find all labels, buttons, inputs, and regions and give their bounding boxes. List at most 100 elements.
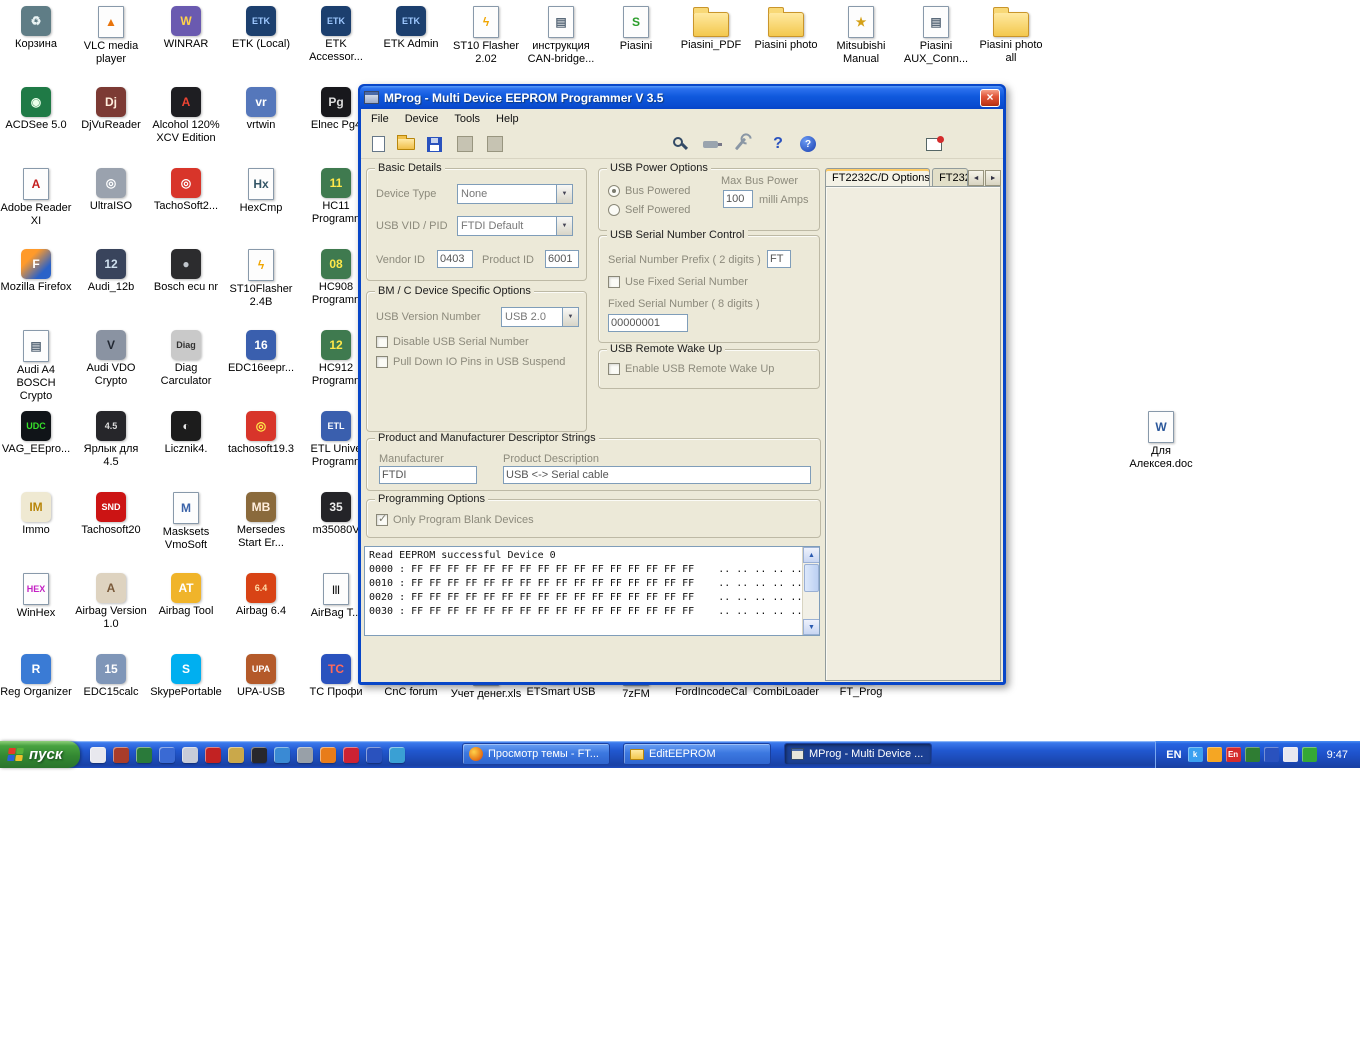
menu-item-help[interactable]: Help xyxy=(488,111,527,127)
quick-launch-icon-10[interactable] xyxy=(297,747,313,763)
desktop-icon-piasini-aux-conn[interactable]: ▤Piasini AUX_Conn... xyxy=(900,6,972,66)
taskbar-task-firefox[interactable]: Просмотр темы - FT... xyxy=(462,743,610,765)
manufacturer-field[interactable] xyxy=(379,466,477,484)
desktop-icon-instrukciya-can-bridge[interactable]: ▤инструкция CAN-bridge... xyxy=(525,6,597,66)
quick-launch-icon-9[interactable] xyxy=(274,747,290,763)
product-description-field[interactable] xyxy=(503,466,811,484)
volume-tray-icon[interactable] xyxy=(1283,747,1298,762)
desktop-icon-ultraiso[interactable]: ◎UltraISO xyxy=(75,168,147,213)
scroll-up-icon[interactable]: ▲ xyxy=(803,547,820,563)
quick-launch-icon-1[interactable] xyxy=(90,747,106,763)
log-scrollbar[interactable]: ▲ ▼ xyxy=(802,547,819,635)
cable-tester-button[interactable] xyxy=(698,132,722,156)
desktop-icon-etk-admin[interactable]: ETKETK Admin xyxy=(375,6,447,51)
display-tray-icon[interactable] xyxy=(1264,747,1279,762)
only-blank-devices-checkbox[interactable]: Only Program Blank Devices xyxy=(376,514,534,526)
desktop-icon-diag-carculator[interactable]: DiagDiag Carculator xyxy=(150,330,222,388)
desktop-icon-upa-usb[interactable]: UPAUPA-USB xyxy=(225,654,297,699)
desktop-icon-airbag-version-10[interactable]: AAirbag Version 1.0 xyxy=(75,573,147,631)
quick-launch-icon-12[interactable] xyxy=(343,747,359,763)
desktop-icon-alcohol-120[interactable]: AAlcohol 120% XCV Edition xyxy=(150,87,222,145)
program-device-button[interactable] xyxy=(483,132,507,156)
desktop-icon-tachosoft-193[interactable]: ◎tachosoft19.3 xyxy=(225,411,297,456)
desktop-icon-piasini[interactable]: SPiasini xyxy=(600,6,672,53)
desktop-icon-hexcmp[interactable]: HxHexCmp xyxy=(225,168,297,215)
clock[interactable]: 9:47 xyxy=(1327,749,1348,761)
quick-launch-icon-14[interactable] xyxy=(389,747,405,763)
desktop-icon-airbag-64[interactable]: 6.4Airbag 6.4 xyxy=(225,573,297,618)
erase-device-button[interactable] xyxy=(453,132,477,156)
max-bus-power-field[interactable] xyxy=(723,190,753,208)
edit-settings-button[interactable] xyxy=(728,132,752,156)
desktop-icon-vag-eeprom[interactable]: UDCVAG_EEpro... xyxy=(0,411,72,456)
quick-launch-icon-11[interactable] xyxy=(320,747,336,763)
desktop-icon-winhex[interactable]: HEXWinHex xyxy=(0,573,72,620)
desktop-icon-dlya-alekseya-doc[interactable]: WДля Алексея.doc xyxy=(1125,411,1197,471)
desktop-icon-audi-12b[interactable]: 12Audi_12b xyxy=(75,249,147,294)
scroll-down-icon[interactable]: ▼ xyxy=(803,619,820,635)
agent-tray-icon[interactable] xyxy=(1207,747,1222,762)
tab-ft232[interactable]: FT232 xyxy=(932,168,968,186)
bus-powered-radio[interactable]: Bus Powered xyxy=(608,185,690,197)
serial-prefix-field[interactable] xyxy=(767,250,791,268)
desktop-icon-piasini-photo[interactable]: Piasini photo xyxy=(750,6,822,52)
close-button[interactable]: × xyxy=(980,89,1000,107)
usb-vid-pid-select[interactable]: FTDI Default ▼ xyxy=(457,216,573,236)
desktop-icon-tachosoft20[interactable]: SNDTachosoft20 xyxy=(75,492,147,537)
antivirus-tray-icon[interactable]: k xyxy=(1188,747,1203,762)
exit-program-button[interactable] xyxy=(922,132,946,156)
menu-item-file[interactable]: File xyxy=(363,111,397,127)
quick-launch-icon-7[interactable] xyxy=(228,747,244,763)
open-file-button[interactable] xyxy=(394,132,418,156)
taskbar-task-folder[interactable]: EditEEPROM xyxy=(623,743,771,765)
desktop-icon-tachosoft2[interactable]: ◎TachoSoft2... xyxy=(150,168,222,213)
desktop-icon-djvureader[interactable]: DjDjVuReader xyxy=(75,87,147,132)
desktop-icon-vlc[interactable]: ▲VLC media player xyxy=(75,6,147,66)
desktop-icon-yarlyk-dlya-45[interactable]: 4.5Ярлык для 4.5 xyxy=(75,411,147,469)
quick-launch-icon-5[interactable] xyxy=(182,747,198,763)
usb-version-select[interactable]: USB 2.0 ▼ xyxy=(501,307,579,327)
start-button[interactable]: пуск xyxy=(0,741,80,768)
desktop-icon-piasini-photo-all[interactable]: Piasini photo all xyxy=(975,6,1047,65)
update-tray-icon[interactable] xyxy=(1302,747,1317,762)
desktop-icon-skypeportable[interactable]: SSkypePortable xyxy=(150,654,222,699)
desktop-icon-winrar[interactable]: WWINRAR xyxy=(150,6,222,51)
menu-item-tools[interactable]: Tools xyxy=(446,111,488,127)
desktop-icon-piasini-pdf[interactable]: Piasini_PDF xyxy=(675,6,747,52)
quick-launch-icon-3[interactable] xyxy=(136,747,152,763)
pulldown-io-checkbox[interactable]: Pull Down IO Pins in USB Suspend xyxy=(376,356,565,368)
desktop-icon-immo[interactable]: IMImmo xyxy=(0,492,72,537)
desktop-icon-edc16eeprom[interactable]: 16EDC16eepr... xyxy=(225,330,297,375)
desktop-icon-etk-accessories[interactable]: ETKETK Accessor... xyxy=(300,6,372,64)
about-button[interactable]: ? xyxy=(766,132,790,156)
language-indicator[interactable]: EN xyxy=(1166,749,1181,761)
vendor-id-field[interactable] xyxy=(437,250,473,268)
desktop-icon-licznik4[interactable]: ◐Licznik4. xyxy=(150,411,222,456)
desktop-icon-st10-flasher-202[interactable]: ϟST10 Flasher 2.02 xyxy=(450,6,522,66)
desktop-icon-mersedes-start[interactable]: MBMersedes Start Er... xyxy=(225,492,297,550)
save-file-button[interactable] xyxy=(422,132,446,156)
quick-launch-icon-2[interactable] xyxy=(113,747,129,763)
desktop-icon-acdsee[interactable]: ◉ACDSee 5.0 xyxy=(0,87,72,132)
disable-usb-serial-checkbox[interactable]: Disable USB Serial Number xyxy=(376,336,529,348)
product-id-field[interactable] xyxy=(545,250,579,268)
desktop-icon-masksets-vmosoft[interactable]: MMasksets VmoSoft xyxy=(150,492,222,552)
fixed-serial-field[interactable] xyxy=(608,314,688,332)
desktop-icon-st10flasher-24b[interactable]: ϟST10Flasher 2.4B xyxy=(225,249,297,309)
desktop-icon-audi-vdo-crypto[interactable]: VAudi VDO Crypto xyxy=(75,330,147,388)
menu-item-device[interactable]: Device xyxy=(397,111,447,127)
desktop-icon-recycle-bin[interactable]: ♻Корзина xyxy=(0,6,72,51)
desktop-icon-adobe-reader[interactable]: AAdobe Reader XI xyxy=(0,168,72,228)
quick-launch-icon-13[interactable] xyxy=(366,747,382,763)
tab-scroll-right-icon[interactable]: ► xyxy=(985,170,1001,186)
scroll-thumb[interactable] xyxy=(804,564,819,592)
desktop-icon-edc15calc[interactable]: 15EDC15calc xyxy=(75,654,147,699)
quick-launch-icon-6[interactable] xyxy=(205,747,221,763)
help-button[interactable]: ? xyxy=(796,132,820,156)
title-bar[interactable]: MProg - Multi Device EEPROM Programmer V… xyxy=(360,86,1004,109)
punto-switcher-tray-icon[interactable]: En xyxy=(1226,747,1241,762)
desktop-icon-bosch-ecu-nr[interactable]: ●Bosch ecu nr xyxy=(150,249,222,294)
desktop-icon-reg-organizer[interactable]: RReg Organizer xyxy=(0,654,72,699)
new-file-button[interactable] xyxy=(366,132,390,156)
desktop-icon-audi-a4-bosch-crypto[interactable]: ▤Audi A4 BOSCH Crypto xyxy=(0,330,72,403)
